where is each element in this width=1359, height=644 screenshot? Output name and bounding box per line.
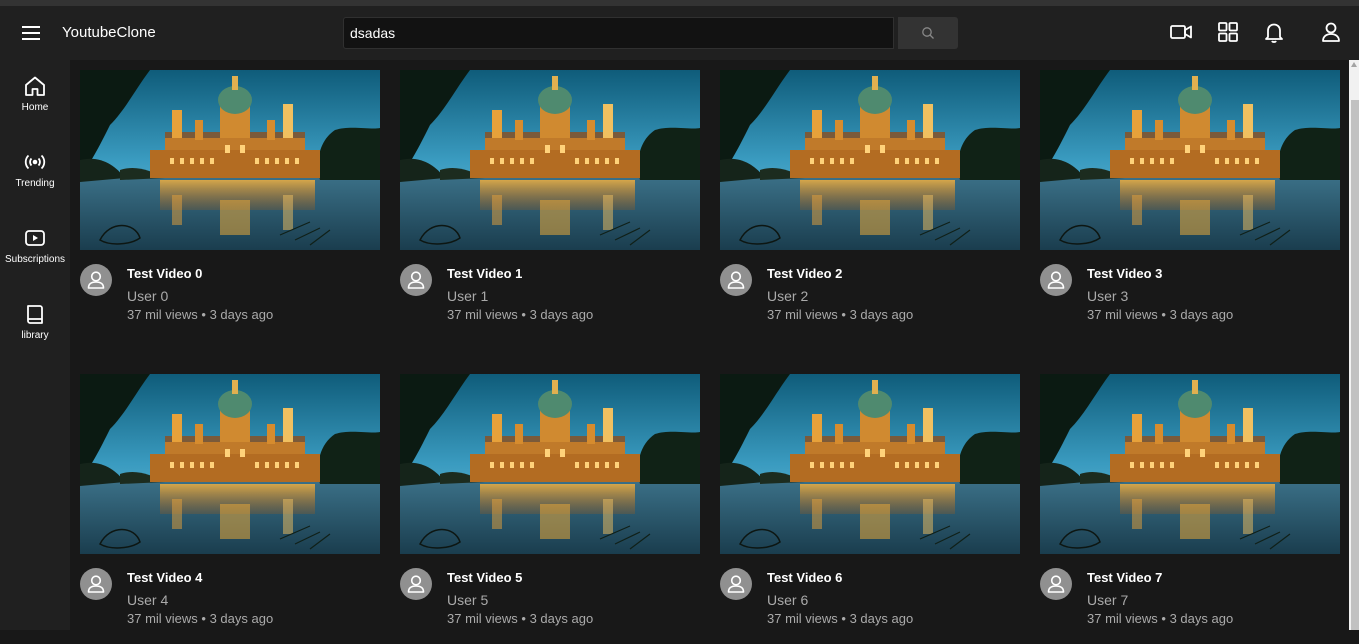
scrollbar-thumb[interactable]	[1351, 100, 1359, 630]
channel-name[interactable]: User 4	[127, 592, 168, 608]
search-input[interactable]	[343, 17, 894, 49]
video-meta: 37 mil views • 3 days ago	[447, 611, 594, 626]
video-thumbnail[interactable]	[400, 374, 700, 554]
channel-name[interactable]: User 1	[447, 288, 488, 304]
video-meta: 37 mil views • 3 days ago	[1087, 611, 1234, 626]
video-thumbnail[interactable]	[1040, 374, 1340, 554]
subscriptions-icon	[25, 230, 45, 246]
video-card[interactable]: Test Video 4 User 4 37 mil views • 3 days …	[80, 374, 380, 644]
channel-avatar-icon[interactable]	[400, 264, 432, 296]
video-card[interactable]: Test Video 2 User 2 37 mil views • 3 days …	[720, 70, 1020, 340]
channel-avatar-icon[interactable]	[80, 264, 112, 296]
video-card[interactable]: Test Video 3 User 3 37 mil views • 3 days …	[1040, 70, 1340, 340]
video-thumbnail[interactable]	[80, 374, 380, 554]
video-meta: 37 mil views • 3 days ago	[767, 307, 914, 322]
video-card[interactable]: Test Video 1 User 1 37 mil views • 3 days …	[400, 70, 700, 340]
video-grid: Test Video 0 User 0 37 mil views • 3 days …	[70, 60, 1349, 630]
video-meta: 37 mil views • 3 days ago	[447, 307, 594, 322]
search-icon	[922, 27, 934, 39]
home-icon	[25, 76, 45, 96]
channel-name[interactable]: User 7	[1087, 592, 1128, 608]
video-meta: 37 mil views • 3 days ago	[767, 611, 914, 626]
account-icon[interactable]	[1318, 19, 1344, 45]
video-card[interactable]: Test Video 7 User 7 37 mil views • 3 days …	[1040, 374, 1340, 644]
sidebar-item-trending[interactable]: Trending	[0, 142, 70, 202]
channel-avatar-icon[interactable]	[400, 568, 432, 600]
app-title[interactable]: YoutubeClone	[62, 24, 156, 41]
bell-icon[interactable]	[1261, 19, 1287, 45]
menu-icon[interactable]	[18, 20, 44, 46]
channel-name[interactable]: User 3	[1087, 288, 1128, 304]
apps-grid-icon[interactable]	[1215, 19, 1241, 45]
video-title[interactable]: Test Video 0	[127, 266, 202, 281]
channel-avatar-icon[interactable]	[80, 568, 112, 600]
sidebar-item-home[interactable]: Home	[0, 66, 70, 126]
sidebar-item-label: library	[21, 330, 49, 341]
video-title[interactable]: Test Video 6	[767, 570, 842, 585]
search-button[interactable]	[898, 17, 958, 49]
sidebar-item-subscriptions[interactable]: Subscriptions	[0, 218, 70, 278]
channel-name[interactable]: User 0	[127, 288, 168, 304]
channel-name[interactable]: User 6	[767, 592, 808, 608]
scroll-up-arrow[interactable]	[1351, 62, 1357, 67]
sidebar-item-library[interactable]: library	[0, 294, 70, 354]
video-title[interactable]: Test Video 7	[1087, 570, 1162, 585]
video-meta: 37 mil views • 3 days ago	[1087, 307, 1234, 322]
top-header: YoutubeClone	[0, 6, 1359, 60]
video-thumbnail[interactable]	[720, 374, 1020, 554]
video-meta: 37 mil views • 3 days ago	[127, 307, 274, 322]
video-card[interactable]: Test Video 5 User 5 37 mil views • 3 days …	[400, 374, 700, 644]
video-thumbnail[interactable]	[80, 70, 380, 250]
channel-avatar-icon[interactable]	[720, 568, 752, 600]
channel-avatar-icon[interactable]	[1040, 264, 1072, 296]
trending-broadcast-icon	[24, 154, 46, 170]
video-card[interactable]: Test Video 0 User 0 37 mil views • 3 days …	[80, 70, 380, 340]
video-title[interactable]: Test Video 1	[447, 266, 522, 281]
library-book-icon	[27, 305, 43, 324]
sidebar: Home Trending Subscriptions library	[0, 60, 70, 630]
channel-avatar-icon[interactable]	[1040, 568, 1072, 600]
video-camera-icon[interactable]	[1168, 19, 1194, 45]
video-title[interactable]: Test Video 4	[127, 570, 202, 585]
video-thumbnail[interactable]	[400, 70, 700, 250]
video-thumbnail[interactable]	[1040, 70, 1340, 250]
channel-name[interactable]: User 5	[447, 592, 488, 608]
video-title[interactable]: Test Video 3	[1087, 266, 1162, 281]
channel-avatar-icon[interactable]	[720, 264, 752, 296]
sidebar-item-label: Trending	[15, 178, 55, 189]
sidebar-item-label: Subscriptions	[4, 254, 66, 265]
video-meta: 37 mil views • 3 days ago	[127, 611, 274, 626]
video-title[interactable]: Test Video 2	[767, 266, 842, 281]
video-card[interactable]: Test Video 6 User 6 37 mil views • 3 days …	[720, 374, 1020, 644]
sidebar-item-label: Home	[21, 102, 49, 113]
channel-name[interactable]: User 2	[767, 288, 808, 304]
video-thumbnail[interactable]	[720, 70, 1020, 250]
video-title[interactable]: Test Video 5	[447, 570, 522, 585]
